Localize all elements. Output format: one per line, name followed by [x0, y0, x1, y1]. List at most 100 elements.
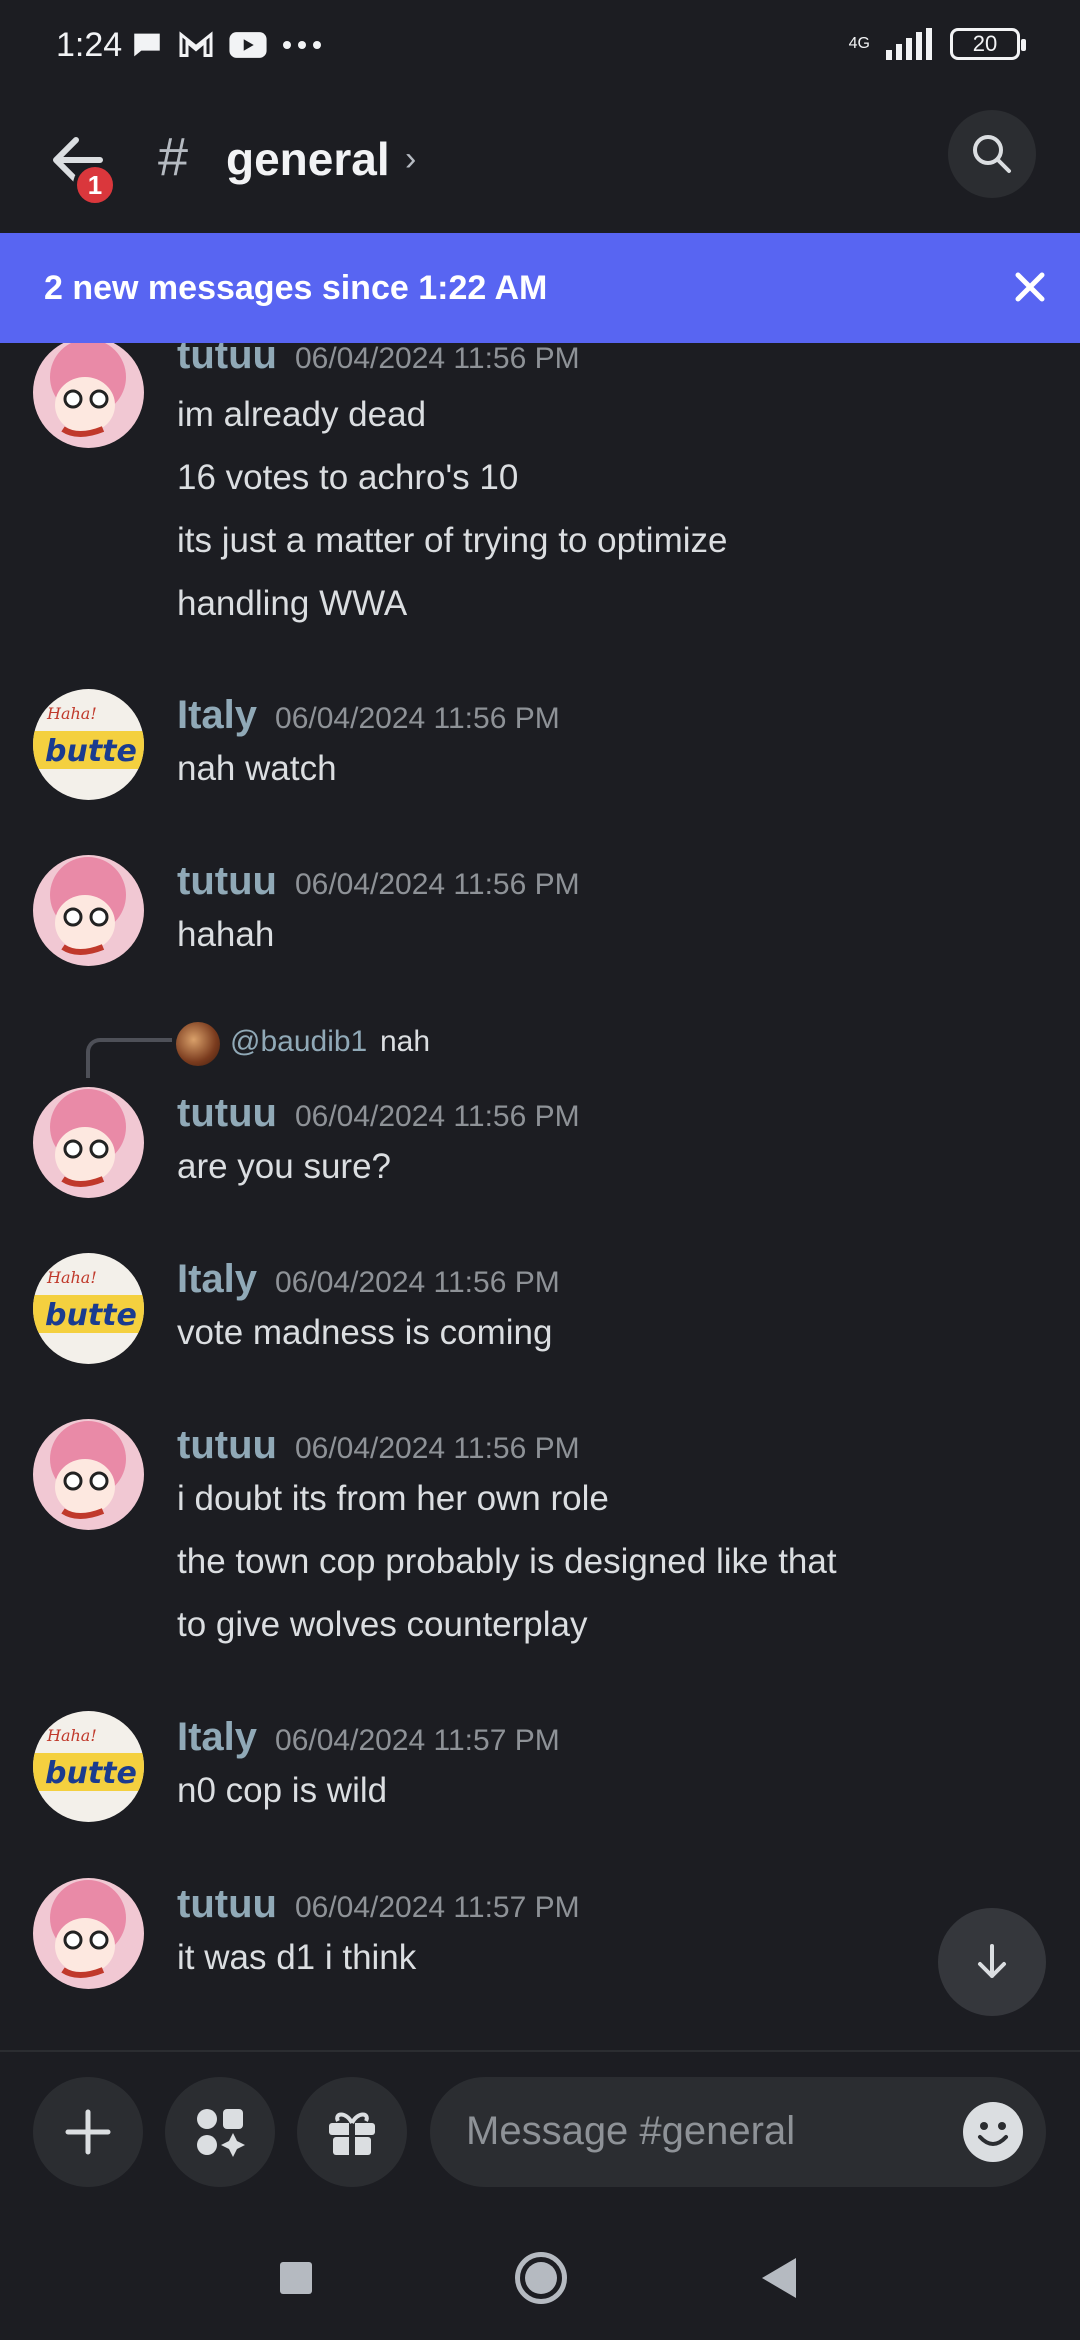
butter-sticker-avatar: butte Haha! [33, 1253, 144, 1364]
message-author[interactable]: Italy 06/04/2024 11:56 PM [177, 693, 560, 738]
apps-icon [197, 2109, 245, 2157]
reply-preview-text[interactable]: nah [380, 1025, 430, 1059]
svg-text:butte: butte [45, 1298, 137, 1333]
jump-to-latest-button[interactable] [938, 1908, 1046, 2016]
message-input[interactable]: Message #general [430, 2077, 1046, 2187]
svg-text:Haha!: Haha! [46, 1726, 97, 1745]
avatar[interactable]: butte Haha! [33, 689, 144, 800]
reply-connector [86, 1038, 172, 1078]
network-type: 4G [848, 35, 870, 52]
message-text: its just a matter of trying to optimize [177, 521, 728, 560]
status-time: 1:24 [56, 26, 123, 64]
message-timestamp: 06/04/2024 11:56 PM [294, 1432, 580, 1465]
message-author[interactable]: tutuu 06/04/2024 11:56 PM [177, 1091, 580, 1136]
avatar[interactable] [33, 855, 144, 966]
message-timestamp: 06/04/2024 11:56 PM [294, 343, 580, 375]
new-messages-banner[interactable]: 2 new messages since 1:22 AM [0, 233, 1080, 343]
message-text: to give wolves counterplay [177, 1605, 588, 1644]
author-name[interactable]: Italy [177, 693, 257, 737]
svg-text:butte: butte [45, 734, 137, 769]
channel-hash-icon: # [158, 127, 189, 187]
chevron-right-icon[interactable]: › [405, 140, 416, 179]
recents-button[interactable] [280, 2262, 312, 2294]
search-button[interactable] [948, 110, 1036, 198]
gift-icon [329, 2112, 375, 2155]
banner-close-button[interactable] [1000, 257, 1060, 317]
message-author[interactable]: tutuu 06/04/2024 11:56 PM [177, 343, 580, 378]
system-back-button[interactable] [762, 2258, 796, 2298]
search-icon [973, 135, 1011, 173]
message-input-placeholder: Message #general [466, 2109, 796, 2153]
svg-text:Haha!: Haha! [46, 1268, 97, 1287]
channel-title[interactable]: general [226, 132, 390, 186]
message-text: nah watch [177, 749, 337, 788]
pink-anime-avatar [33, 1419, 144, 1530]
author-name[interactable]: tutuu [177, 859, 277, 903]
message-text: handling WWA [177, 584, 408, 623]
reply-avatar [176, 1022, 220, 1066]
message-text: 16 votes to achro's 10 [177, 458, 519, 497]
gift-button[interactable] [297, 2077, 407, 2187]
message-timestamp: 06/04/2024 11:56 PM [294, 868, 580, 901]
message-text: are you sure? [177, 1147, 392, 1186]
youtube-icon [229, 32, 267, 58]
home-button[interactable] [515, 2252, 567, 2304]
pink-anime-avatar [33, 1878, 144, 1989]
message-text: hahah [177, 915, 275, 954]
more-dots-icon [283, 41, 321, 49]
gmail-icon [179, 31, 213, 57]
battery-indicator: 20 [950, 28, 1026, 60]
author-name[interactable]: tutuu [177, 343, 277, 377]
message-composer: Message #general [0, 2050, 1080, 2220]
avatar[interactable] [33, 1419, 144, 1530]
author-name[interactable]: tutuu [177, 1423, 277, 1467]
author-name[interactable]: Italy [177, 1257, 257, 1301]
avatar[interactable] [33, 1087, 144, 1198]
message-text: im already dead [177, 395, 427, 434]
attach-button[interactable] [33, 2077, 143, 2187]
svg-text:Haha!: Haha! [46, 704, 97, 723]
message-author[interactable]: tutuu 06/04/2024 11:57 PM [177, 1882, 580, 1927]
avatar[interactable] [33, 343, 144, 448]
svg-text:butte: butte [45, 1756, 137, 1791]
butter-sticker-avatar: butte Haha! [33, 1711, 144, 1822]
avatar[interactable]: butte Haha! [33, 1253, 144, 1364]
unread-badge: 1 [73, 163, 117, 207]
message-timestamp: 06/04/2024 11:56 PM [275, 1266, 560, 1299]
message-text: the town cop probably is designed like t… [177, 1542, 837, 1581]
author-name[interactable]: tutuu [177, 1882, 277, 1926]
pink-anime-avatar [33, 343, 144, 448]
message-author[interactable]: tutuu 06/04/2024 11:56 PM [177, 1423, 580, 1468]
author-name[interactable]: Italy [177, 1715, 257, 1759]
channel-header: 1 # general › [0, 96, 1080, 234]
banner-text: 2 new messages since 1:22 AM [44, 268, 548, 307]
message-list[interactable]: tutuu 06/04/2024 11:56 PM im already dead… [0, 343, 1080, 2050]
message-author[interactable]: Italy 06/04/2024 11:56 PM [177, 1257, 560, 1302]
message-text: it was d1 i think [177, 1938, 417, 1977]
message-timestamp: 06/04/2024 11:57 PM [275, 1724, 560, 1757]
arrow-down-icon [978, 1944, 1006, 1978]
battery-level: 20 [972, 31, 998, 56]
pink-anime-avatar [33, 855, 144, 966]
avatar[interactable]: butte Haha! [33, 1711, 144, 1822]
apps-button[interactable] [165, 2077, 275, 2187]
butter-sticker-avatar: butte Haha! [33, 689, 144, 800]
message-text: n0 cop is wild [177, 1771, 388, 1810]
reply-mention[interactable]: @baudib1 [230, 1025, 367, 1059]
avatar[interactable] [33, 1878, 144, 1989]
author-name[interactable]: tutuu [177, 1091, 277, 1135]
emoji-icon[interactable] [962, 2101, 1024, 2163]
plus-icon [65, 2109, 111, 2155]
message-timestamp: 06/04/2024 11:57 PM [294, 1891, 580, 1924]
signal-icon [886, 28, 932, 60]
message-timestamp: 06/04/2024 11:56 PM [294, 1100, 580, 1133]
message-text: i doubt its from her own role [177, 1479, 609, 1518]
message-author[interactable]: tutuu 06/04/2024 11:56 PM [177, 859, 580, 904]
pink-anime-avatar [33, 1087, 144, 1198]
system-nav-bar [0, 2220, 1080, 2340]
status-bar: 1:24 4G 20 [0, 0, 1080, 96]
message-text: vote madness is coming [177, 1313, 553, 1352]
message-timestamp: 06/04/2024 11:56 PM [275, 702, 560, 735]
chat-icon [134, 33, 160, 57]
message-author[interactable]: Italy 06/04/2024 11:57 PM [177, 1715, 560, 1760]
